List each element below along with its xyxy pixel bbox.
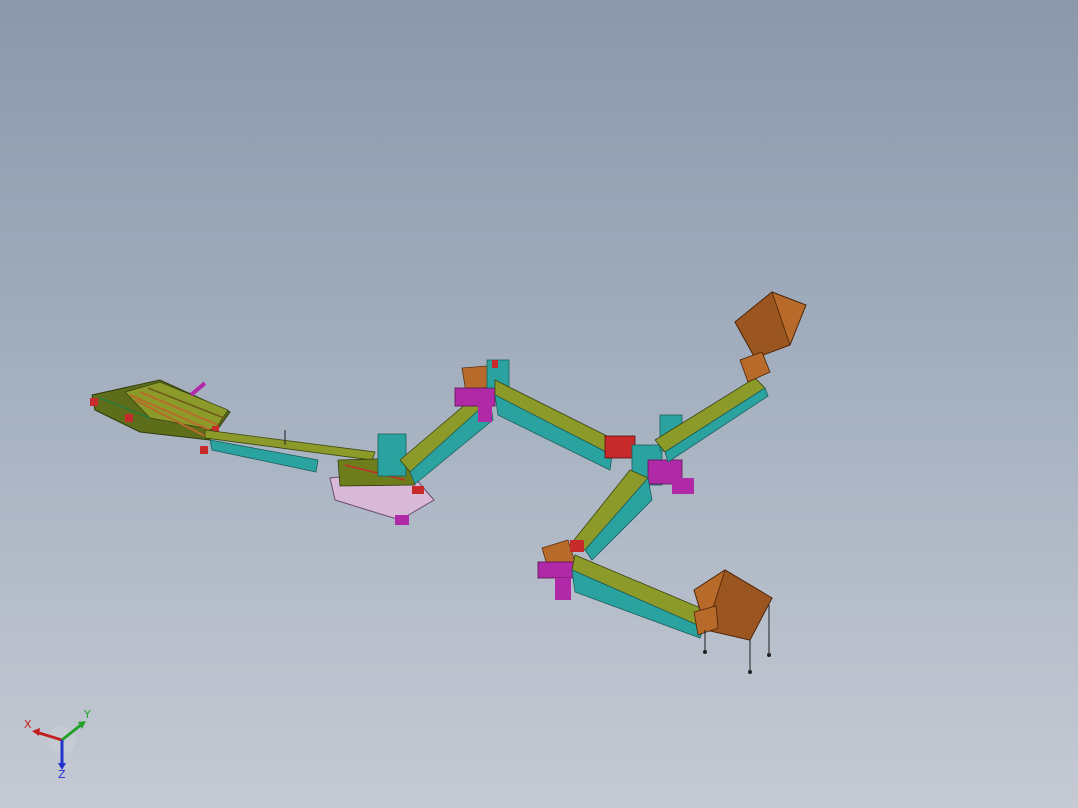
conveyor-assembly-model[interactable]	[0, 0, 1078, 808]
hopper-lower[interactable]	[693, 569, 773, 674]
cad-viewport[interactable]: X Y Z	[0, 0, 1078, 808]
y-axis-label: Y	[83, 708, 91, 721]
conveyor-6[interactable]	[571, 554, 711, 639]
view-orientation-triad: X Y Z	[24, 708, 91, 781]
x-axis-label: X	[24, 718, 32, 731]
conveyor-3[interactable]	[494, 379, 616, 471]
z-axis-label: Z	[58, 768, 66, 781]
hopper-upper[interactable]	[734, 291, 807, 383]
screening-machine[interactable]	[90, 379, 231, 454]
